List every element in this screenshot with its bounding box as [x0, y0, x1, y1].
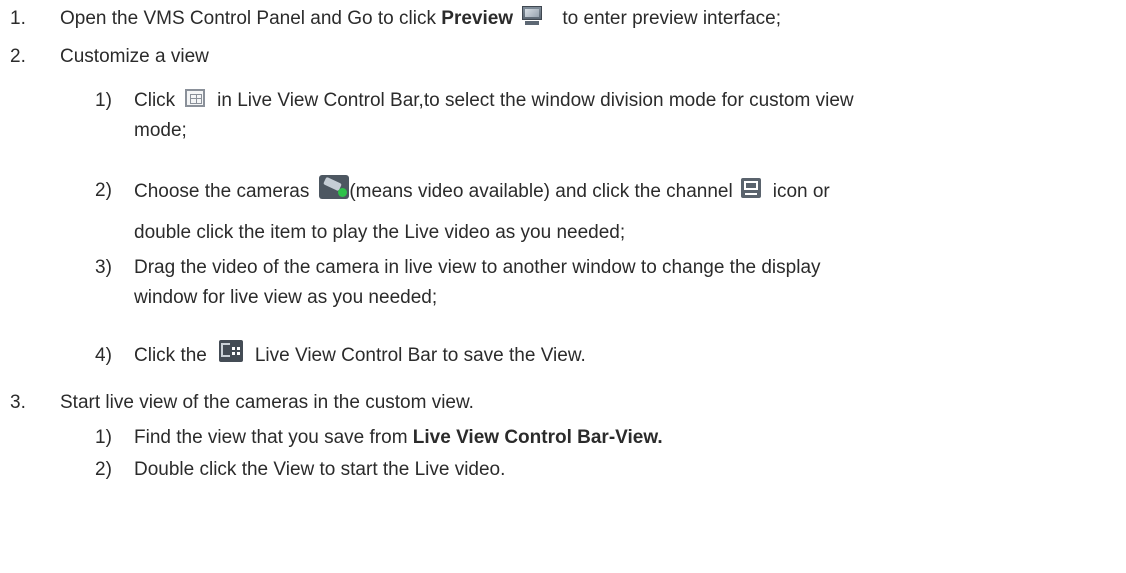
step-2-1-line2: mode;	[134, 120, 187, 141]
step-2-2-text-c: icon or	[772, 181, 830, 202]
step-2-4-number: 4)	[95, 345, 112, 366]
step-3-1-number: 1)	[95, 427, 112, 448]
step-1-number: 1.	[10, 8, 26, 29]
step-3-number: 3.	[10, 392, 26, 413]
step-2-number: 2.	[10, 46, 26, 67]
preview-label: Preview	[441, 8, 514, 29]
step-2-2-line2: double click the item to play the Live v…	[134, 222, 626, 243]
step-2-4-text-a: Click the	[134, 345, 207, 367]
step-2-3-line2: window for live view as you needed;	[134, 287, 438, 308]
step-1-text-b: to enter preview interface;	[557, 8, 781, 29]
step-3-2-line: Double click the View to start the Live …	[134, 459, 506, 480]
step-2-2-text-b: (means video available) and click the ch…	[349, 181, 733, 202]
step-2-title: Customize a view	[60, 46, 209, 67]
step-2-4-line1: Click the Live View Control Bar to save t…	[134, 340, 586, 367]
camera-online-icon	[319, 175, 350, 199]
step-2-1-text-a: Click	[134, 90, 176, 111]
channel-play-icon	[740, 178, 761, 198]
monitor-icon	[521, 5, 543, 26]
step-3-1-text-a: Find the view that you save from	[134, 427, 413, 448]
save-view-icon	[218, 340, 243, 362]
step-2-3-number: 3)	[95, 257, 112, 278]
step-2-3-line1: Drag the video of the camera in live vie…	[134, 257, 821, 278]
step-3-1-line: Find the view that you save from Live Vi…	[134, 427, 663, 449]
step-2-1-number: 1)	[95, 90, 112, 111]
window-division-icon	[185, 88, 206, 107]
step-2-1-line1: Click in Live View Control Bar,to select …	[134, 88, 854, 112]
step-2-2-text-a: Choose the cameras	[134, 181, 310, 202]
step-1-text: Open the VMS Control Panel and Go to cli…	[60, 5, 781, 30]
step-1-text-a: Open the VMS Control Panel and Go to cli…	[60, 8, 442, 29]
step-2-1-text-b: in Live View Control Bar,to select the w…	[217, 90, 854, 111]
step-2-2-number: 2)	[95, 180, 112, 201]
step-3-title: Start live view of the cameras in the cu…	[60, 392, 474, 413]
live-view-control-bar-view-label: Live View Control Bar-View.	[412, 427, 663, 448]
step-2-2-line1: Choose the cameras (means video availabl…	[134, 175, 1119, 204]
step-2-4-text-b: Live View Control Bar to save the View.	[254, 345, 586, 367]
step-3-2-number: 2)	[95, 459, 112, 480]
